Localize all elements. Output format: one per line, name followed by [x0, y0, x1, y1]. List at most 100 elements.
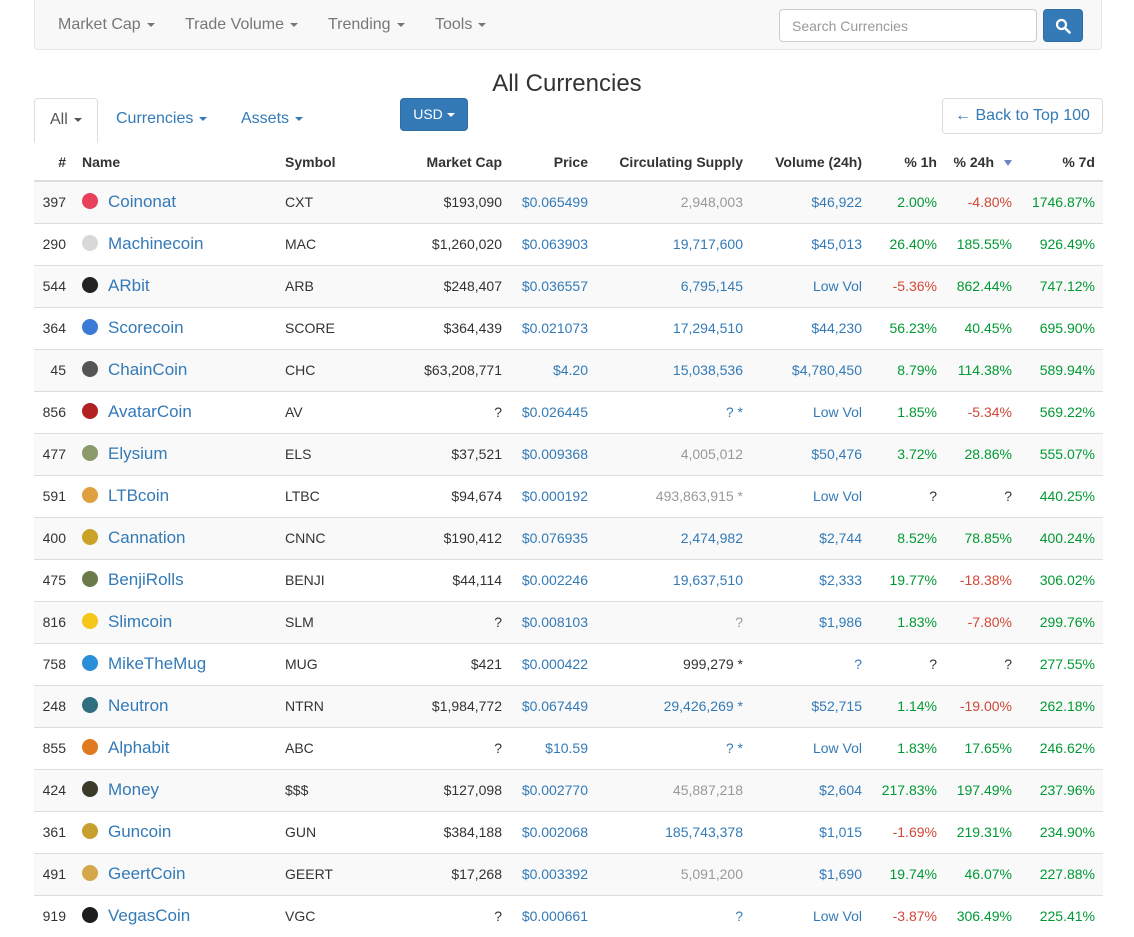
sort-desc-icon[interactable]: [1004, 159, 1012, 166]
price-link[interactable]: $0.002770: [510, 768, 596, 811]
tab-currencies[interactable]: Currencies: [101, 98, 222, 142]
table-row[interactable]: 361 Guncoin GUN $384,188 $0.002068 185,743,37…: [34, 810, 1103, 853]
table-row[interactable]: 816 Slimcoin SLM? $0.008103? $1,986 1.83% -7.8…: [34, 600, 1103, 643]
volume-link[interactable]: ?: [751, 642, 870, 685]
volume-link[interactable]: $4,780,450: [751, 348, 870, 391]
nav-tools[interactable]: Tools: [435, 16, 487, 34]
tab-assets[interactable]: Assets: [226, 98, 318, 142]
volume-link[interactable]: $44,230: [751, 306, 870, 349]
volume-link[interactable]: $1,015: [751, 810, 870, 853]
price-link[interactable]: $0.008103: [510, 600, 596, 643]
header-price[interactable]: Price: [510, 143, 596, 182]
currency-name-link[interactable]: ChainCoin: [108, 360, 187, 379]
header-rank[interactable]: #: [34, 143, 74, 182]
currency-name-link[interactable]: MikeTheMug: [108, 654, 206, 673]
circulating-supply-cell[interactable]: 29,426,269 *: [596, 684, 751, 727]
price-link[interactable]: $0.026445: [510, 390, 596, 433]
volume-link[interactable]: Low Vol: [751, 474, 870, 517]
volume-link[interactable]: Low Vol: [751, 726, 870, 769]
nav-trade-volume[interactable]: Trade Volume: [185, 16, 299, 34]
circulating-supply-cell[interactable]: 17,294,510: [596, 306, 751, 349]
price-link[interactable]: $0.002246: [510, 558, 596, 601]
circulating-supply-cell[interactable]: 999,279 *: [596, 642, 751, 685]
volume-link[interactable]: Low Vol: [751, 894, 870, 937]
circulating-supply-cell[interactable]: 493,863,915 *: [596, 474, 751, 517]
volume-link[interactable]: $46,922: [751, 180, 870, 223]
price-link[interactable]: $10.59: [510, 726, 596, 769]
currency-name-link[interactable]: Scorecoin: [108, 318, 184, 337]
currency-name-link[interactable]: GeertCoin: [108, 864, 185, 883]
circulating-supply-cell[interactable]: 185,743,378: [596, 810, 751, 853]
volume-link[interactable]: $50,476: [751, 432, 870, 475]
price-link[interactable]: $0.021073: [510, 306, 596, 349]
currency-name-link[interactable]: AvatarCoin: [108, 402, 192, 421]
header-circulating-supply[interactable]: Circulating Supply: [596, 143, 751, 182]
price-link[interactable]: $0.065499: [510, 180, 596, 223]
table-row[interactable]: 424 Money $$$ $127,098 $0.002770 45,887,218 $2…: [34, 768, 1103, 811]
circulating-supply-cell[interactable]: 15,038,536: [596, 348, 751, 391]
back-to-top-100-button[interactable]: ← Back to Top 100: [942, 98, 1103, 134]
volume-link[interactable]: $52,715: [751, 684, 870, 727]
header-change-1h[interactable]: % 1h: [870, 143, 945, 182]
table-row[interactable]: 475 BenjiRolls BENJI $44,114 $0.002246 19,637…: [34, 558, 1103, 601]
header-change-7d[interactable]: % 7d: [1020, 143, 1103, 182]
currency-name-link[interactable]: Cannation: [108, 528, 186, 547]
table-row[interactable]: 544 ARbit ARB $248,407 $0.036557 6,795,145 Low…: [34, 264, 1103, 307]
currency-name-link[interactable]: Coinonat: [108, 192, 176, 211]
table-row[interactable]: 491 GeertCoin GEERT $17,268 $0.003392 5,091,2…: [34, 852, 1103, 895]
currency-name-link[interactable]: BenjiRolls: [108, 570, 184, 589]
nav-market-cap[interactable]: Market Cap: [58, 16, 155, 34]
table-row[interactable]: 919 VegasCoin VGC? $0.000661? Low Vol -3.87% 3…: [34, 894, 1103, 937]
table-row[interactable]: 290 Machinecoin MAC $1,260,020 $0.063903 19,7…: [34, 222, 1103, 265]
circulating-supply-cell[interactable]: ?: [596, 894, 751, 937]
circulating-supply-cell[interactable]: 2,948,003: [596, 180, 751, 223]
currency-name-link[interactable]: Elysium: [108, 444, 168, 463]
circulating-supply-cell[interactable]: 4,005,012: [596, 432, 751, 475]
currency-name-link[interactable]: Neutron: [108, 696, 168, 715]
header-volume[interactable]: Volume (24h): [751, 143, 870, 182]
search-button[interactable]: [1043, 9, 1083, 42]
header-change-24h[interactable]: % 24h: [945, 143, 1020, 182]
price-link[interactable]: $0.002068: [510, 810, 596, 853]
circulating-supply-cell[interactable]: 6,795,145: [596, 264, 751, 307]
price-link[interactable]: $0.000422: [510, 642, 596, 685]
table-row[interactable]: 591 LTBcoin LTBC $94,674 $0.000192 493,863,91…: [34, 474, 1103, 517]
volume-link[interactable]: $1,986: [751, 600, 870, 643]
table-row[interactable]: 45 ChainCoin CHC $63,208,771 $4.20 15,038,536…: [34, 348, 1103, 391]
currency-select-button[interactable]: USD: [400, 98, 468, 131]
price-link[interactable]: $0.000661: [510, 894, 596, 937]
table-row[interactable]: 400 Cannation CNNC $190,412 $0.076935 2,474,9…: [34, 516, 1103, 559]
table-row[interactable]: 856 AvatarCoin AV? $0.026445? * Low Vol 1.85%…: [34, 390, 1103, 433]
tab-all[interactable]: All: [34, 98, 98, 143]
table-row[interactable]: 477 Elysium ELS $37,521 $0.009368 4,005,012 $5…: [34, 432, 1103, 475]
currency-name-link[interactable]: ARbit: [108, 276, 150, 295]
header-symbol[interactable]: Symbol: [277, 143, 371, 182]
volume-link[interactable]: $2,744: [751, 516, 870, 559]
currency-name-link[interactable]: LTBcoin: [108, 486, 169, 505]
circulating-supply-cell[interactable]: ? *: [596, 390, 751, 433]
volume-link[interactable]: $45,013: [751, 222, 870, 265]
price-link[interactable]: $0.036557: [510, 264, 596, 307]
currency-name-link[interactable]: Slimcoin: [108, 612, 172, 631]
table-row[interactable]: 855 Alphabit ABC? $10.59? * Low Vol 1.83% 17.6…: [34, 726, 1103, 769]
circulating-supply-cell[interactable]: 2,474,982: [596, 516, 751, 559]
price-link[interactable]: $4.20: [510, 348, 596, 391]
circulating-supply-cell[interactable]: 45,887,218: [596, 768, 751, 811]
search-input[interactable]: [779, 9, 1037, 42]
price-link[interactable]: $0.063903: [510, 222, 596, 265]
circulating-supply-cell[interactable]: 19,637,510: [596, 558, 751, 601]
price-link[interactable]: $0.003392: [510, 852, 596, 895]
price-link[interactable]: $0.067449: [510, 684, 596, 727]
table-row[interactable]: 397 Coinonat CXT $193,090 $0.065499 2,948,003…: [34, 180, 1103, 223]
price-link[interactable]: $0.076935: [510, 516, 596, 559]
currency-name-link[interactable]: Money: [108, 780, 159, 799]
table-row[interactable]: 248 Neutron NTRN $1,984,772 $0.067449 29,426,…: [34, 684, 1103, 727]
circulating-supply-cell[interactable]: ? *: [596, 726, 751, 769]
volume-link[interactable]: $2,604: [751, 768, 870, 811]
price-link[interactable]: $0.009368: [510, 432, 596, 475]
table-row[interactable]: 364 Scorecoin SCORE $364,439 $0.021073 17,294…: [34, 306, 1103, 349]
currency-name-link[interactable]: Guncoin: [108, 822, 171, 841]
volume-link[interactable]: $1,690: [751, 852, 870, 895]
volume-link[interactable]: Low Vol: [751, 264, 870, 307]
volume-link[interactable]: $2,333: [751, 558, 870, 601]
